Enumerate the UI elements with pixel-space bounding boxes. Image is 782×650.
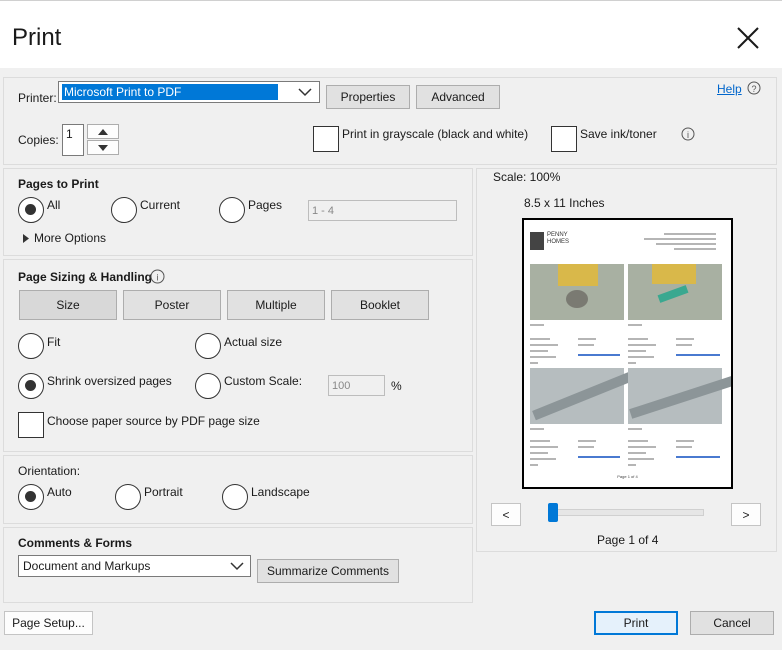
pages-range-radio[interactable] [219,197,245,223]
photo-thumbnail [628,368,731,424]
close-icon [737,27,759,49]
fit-label: Fit [47,335,61,349]
page-setup-button[interactable]: Page Setup... [4,611,93,635]
page-preview: PENNY HOMES Page 1 of 4 [522,218,733,489]
custom-scale-label: Custom Scale: [224,374,303,388]
doc-page-footer: Page 1 of 4 [617,474,638,479]
orientation-landscape-radio[interactable] [222,484,248,510]
pages-to-print-title: Pages to Print [18,177,99,191]
photo-thumbnail [530,264,624,320]
grayscale-checkbox[interactable] [313,126,339,152]
svg-text:i: i [157,273,159,283]
tab-poster[interactable]: Poster [123,290,221,320]
orientation-title: Orientation: [18,464,81,478]
printer-select[interactable]: Microsoft Print to PDF [58,81,320,103]
brand-logo [530,232,544,250]
actual-size-radio[interactable] [195,333,221,359]
orientation-auto-label: Auto [47,485,72,499]
help-link[interactable]: Help [717,82,742,96]
pages-range-label: Pages [248,198,283,212]
printer-select-value: Microsoft Print to PDF [62,84,278,100]
shrink-oversized-label: Shrink oversized pages [47,374,172,388]
actual-size-label: Actual size [224,335,283,349]
current-page-radio[interactable] [111,197,137,223]
page-slider-thumb[interactable] [548,503,558,522]
more-options-toggle[interactable]: More Options [22,231,106,245]
custom-scale-radio[interactable] [195,373,221,399]
preview-paper-size: 8.5 x 11 Inches [524,196,605,210]
copies-increment-button[interactable] [87,124,119,139]
printer-label: Printer: [18,91,57,105]
close-button[interactable] [734,24,762,52]
info-icon[interactable]: i [681,127,695,141]
save-ink-label: Save ink/toner [580,127,657,141]
preview-scale: Scale: 100% [493,170,561,184]
more-options-label: More Options [34,231,107,245]
expand-triangle-icon [23,233,29,243]
svg-text:i: i [687,130,689,140]
comments-forms-value: Document and Markups [23,559,151,573]
orientation-portrait-label: Portrait [144,485,183,499]
grayscale-label: Print in grayscale (black and white) [342,127,529,141]
all-pages-label: All [47,198,61,212]
arrow-down-icon [98,144,108,151]
next-page-button[interactable]: > [731,503,761,526]
previous-page-button[interactable]: < [491,503,521,526]
copies-label: Copies: [18,133,59,147]
all-pages-radio[interactable] [18,197,44,223]
photo-thumbnail [530,368,638,424]
dropdown-chevron-icon [230,562,244,571]
advanced-button[interactable]: Advanced [416,85,500,109]
comments-forms-title: Comments & Forms [18,536,133,550]
custom-scale-input[interactable]: 100 [328,375,385,396]
print-button[interactable]: Print [594,611,678,635]
paper-source-checkbox[interactable] [18,412,44,438]
properties-button[interactable]: Properties [326,85,410,109]
percent-label: % [391,379,402,393]
current-page-label: Current [140,198,181,212]
tab-size[interactable]: Size [19,290,117,320]
info-icon[interactable]: i [150,269,165,284]
copies-decrement-button[interactable] [87,140,119,155]
shrink-oversized-radio[interactable] [18,373,44,399]
pages-range-input[interactable]: 1 - 4 [308,200,457,221]
page-slider-track[interactable] [548,509,704,516]
orientation-portrait-radio[interactable] [115,484,141,510]
dropdown-chevron-icon [298,88,312,97]
arrow-up-icon [98,128,108,135]
orientation-landscape-label: Landscape [251,485,310,499]
save-ink-checkbox[interactable] [551,126,577,152]
paper-source-label: Choose paper source by PDF page size [47,414,260,428]
title-bar [0,0,782,68]
doc-brand-text: PENNY HOMES [547,232,570,245]
cancel-button[interactable]: Cancel [690,611,774,635]
copies-input[interactable]: 1 [62,124,84,156]
summarize-comments-button[interactable]: Summarize Comments [257,559,399,583]
orientation-auto-radio[interactable] [18,484,44,510]
page-indicator: Page 1 of 4 [597,533,659,547]
page-sizing-title: Page Sizing & Handling [18,270,153,284]
fit-radio[interactable] [18,333,44,359]
dialog-title: Print [12,24,62,51]
tab-booklet[interactable]: Booklet [331,290,429,320]
photo-thumbnail [628,264,722,320]
tab-multiple[interactable]: Multiple [227,290,325,320]
help-circle-icon[interactable]: ? [747,81,761,95]
comments-forms-select[interactable]: Document and Markups [18,555,251,577]
svg-text:?: ? [751,84,756,94]
